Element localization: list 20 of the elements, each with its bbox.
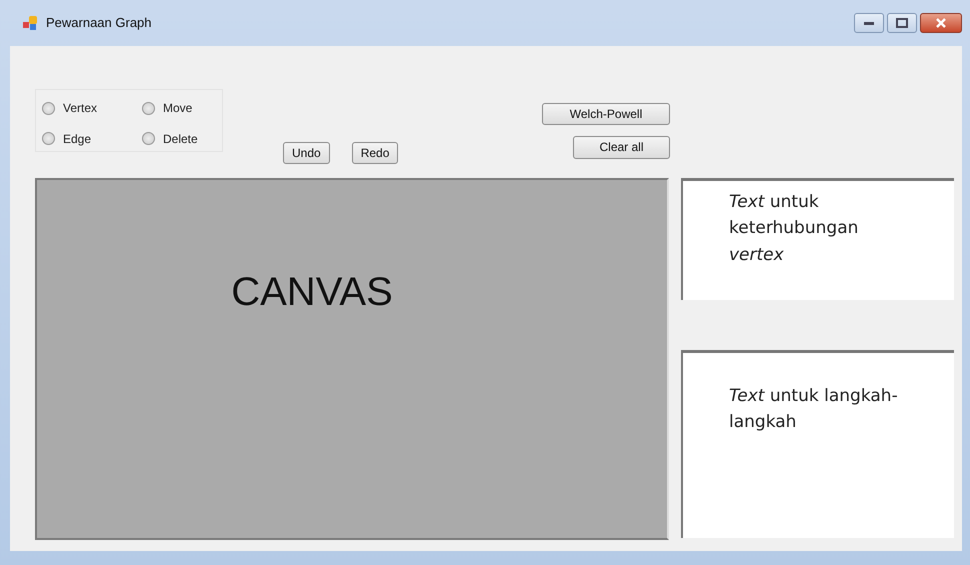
maximize-button[interactable]: [887, 13, 917, 33]
text-panel: Text untuk langkah-langkah: [681, 350, 954, 538]
canvas-label: CANVAS: [231, 269, 393, 314]
text-panel: Text untuk keterhubungan vertex: [681, 178, 954, 300]
edit-button[interactable]: Undo: [283, 142, 330, 164]
mode-radio[interactable]: Vertex: [42, 96, 142, 120]
action-button[interactable]: Welch-Powell: [542, 103, 670, 126]
window-title: Pewarnaan Graph: [46, 14, 152, 32]
mode-radio[interactable]: Delete: [142, 126, 222, 151]
edit-button[interactable]: Redo: [352, 142, 398, 164]
minimize-button[interactable]: [854, 13, 884, 33]
close-button[interactable]: [920, 13, 962, 33]
mode-radio[interactable]: Move: [142, 96, 222, 120]
maximize-icon: [896, 18, 908, 28]
mode-radio[interactable]: Edge: [42, 126, 142, 151]
canvas-area[interactable]: CANVAS: [35, 178, 669, 540]
close-icon: [935, 18, 947, 28]
minimize-icon: [863, 20, 875, 26]
app-icon: [22, 15, 40, 31]
action-button[interactable]: Clear all: [573, 136, 670, 159]
